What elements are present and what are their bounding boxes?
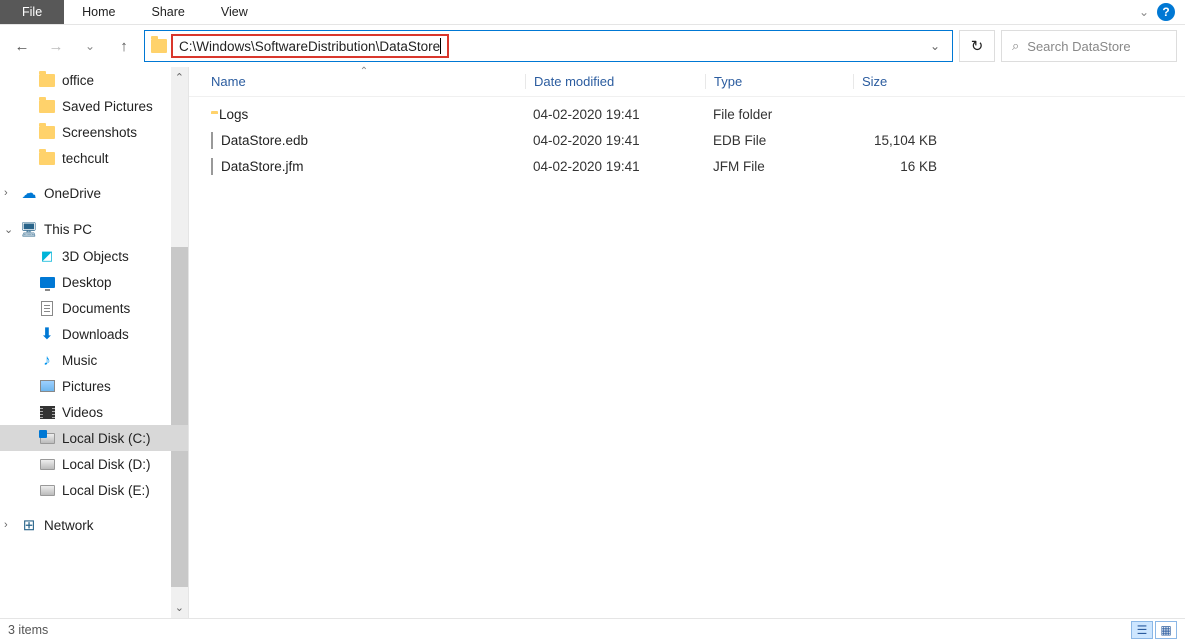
help-icon[interactable]: ?: [1157, 3, 1175, 21]
status-item-count: 3 items: [8, 623, 48, 637]
nav-back-icon[interactable]: ←: [8, 32, 36, 60]
status-bar: 3 items ☰ ▦: [0, 618, 1185, 641]
view-large-icons-button[interactable]: ▦: [1155, 621, 1177, 639]
refresh-button[interactable]: ↻: [959, 30, 995, 62]
ribbon-tab-file[interactable]: File: [0, 0, 64, 24]
chevron-right-icon[interactable]: ›: [4, 519, 8, 531]
file-date: 04-02-2020 19:41: [525, 159, 705, 174]
file-row[interactable]: DataStore.jfm 04-02-2020 19:41JFM File16 …: [189, 153, 1185, 179]
address-folder-icon: [151, 39, 167, 53]
file-name: DataStore.edb: [221, 133, 308, 148]
document-icon: [38, 300, 56, 316]
address-dropdown-icon[interactable]: ⌄: [924, 39, 946, 53]
ribbon-tabs: File Home Share View ⌄ ?: [0, 0, 1185, 25]
sidebar-item-local-disk-c[interactable]: Local Disk (C:): [0, 425, 188, 451]
file-list-pane: ⌃Name Date modified Type Size Logs 04-02-…: [189, 67, 1185, 618]
sidebar-item-3d-objects[interactable]: ◩3D Objects: [0, 243, 188, 269]
sidebar-item-local-disk-e[interactable]: Local Disk (E:): [0, 477, 188, 503]
column-date[interactable]: Date modified: [525, 74, 705, 89]
pictures-icon: [38, 378, 56, 394]
file-type: EDB File: [705, 133, 853, 148]
file-size: 16 KB: [853, 159, 951, 174]
sort-asc-icon: ⌃: [360, 66, 368, 77]
sidebar-item-videos[interactable]: Videos: [0, 399, 188, 425]
disk-icon: [38, 430, 56, 446]
ribbon-expand-icon[interactable]: ⌄: [1139, 5, 1149, 19]
nav-recent-dropdown-icon[interactable]: ⌄: [76, 32, 104, 60]
sidebar-item-screenshots[interactable]: Screenshots: [0, 119, 188, 145]
sidebar-item-this-pc[interactable]: ⌄🖥This PC: [0, 215, 188, 243]
network-icon: ⊞: [20, 517, 38, 533]
chevron-down-icon[interactable]: ⌄: [4, 223, 13, 236]
sidebar-item-local-disk-d[interactable]: Local Disk (D:): [0, 451, 188, 477]
column-name[interactable]: ⌃Name: [203, 74, 525, 89]
file-type: JFM File: [705, 159, 853, 174]
desktop-icon: [38, 274, 56, 290]
sidebar-item-pictures[interactable]: Pictures: [0, 373, 188, 399]
navigation-pane: ⌃ office Saved Pictures Screenshots tech…: [0, 67, 189, 618]
file-row[interactable]: Logs 04-02-2020 19:41File folder: [189, 101, 1185, 127]
column-type[interactable]: Type: [705, 74, 853, 89]
cloud-icon: ☁: [20, 185, 38, 201]
sidebar-scroll-down-icon[interactable]: ⌄: [175, 601, 184, 614]
file-type: File folder: [705, 107, 853, 122]
videos-icon: [38, 404, 56, 420]
ribbon-tab-view[interactable]: View: [203, 0, 266, 24]
nav-up-icon[interactable]: ↑: [110, 32, 138, 60]
file-name: Logs: [219, 107, 248, 122]
chevron-right-icon[interactable]: ›: [4, 187, 8, 199]
sidebar-item-music[interactable]: ♪Music: [0, 347, 188, 373]
address-highlight: C:\Windows\SoftwareDistribution\DataStor…: [171, 34, 449, 58]
search-icon: ⌕: [1012, 38, 1019, 54]
3d-icon: ◩: [38, 248, 56, 264]
disk-icon: [38, 482, 56, 498]
disk-icon: [38, 456, 56, 472]
file-name: DataStore.jfm: [221, 159, 304, 174]
view-details-button[interactable]: ☰: [1131, 621, 1153, 639]
column-headers: ⌃Name Date modified Type Size: [189, 67, 1185, 97]
sidebar-item-techcult[interactable]: techcult: [0, 145, 188, 171]
sidebar-item-desktop[interactable]: Desktop: [0, 269, 188, 295]
pc-icon: 🖥: [20, 221, 38, 237]
music-icon: ♪: [38, 352, 56, 368]
ribbon-tab-home[interactable]: Home: [64, 0, 133, 24]
ribbon-tab-share[interactable]: Share: [134, 0, 203, 24]
file-size: 15,104 KB: [853, 133, 951, 148]
column-size[interactable]: Size: [853, 74, 951, 89]
file-icon: [211, 159, 213, 174]
sidebar-item-onedrive[interactable]: ›☁OneDrive: [0, 179, 188, 207]
search-input[interactable]: ⌕ Search DataStore: [1001, 30, 1177, 62]
file-row[interactable]: DataStore.edb 04-02-2020 19:41EDB File15,…: [189, 127, 1185, 153]
sidebar-item-office[interactable]: office: [0, 67, 188, 93]
file-rows: Logs04-02-2020 19:41File folderDataStore…: [189, 97, 1185, 179]
address-path-text[interactable]: C:\Windows\SoftwareDistribution\DataStor…: [179, 39, 440, 54]
download-icon: ⬇: [38, 326, 56, 342]
search-placeholder: Search DataStore: [1027, 39, 1130, 54]
address-bar[interactable]: C:\Windows\SoftwareDistribution\DataStor…: [144, 30, 953, 62]
nav-bar: ← → ⌄ ↑ C:\Windows\SoftwareDistribution\…: [0, 25, 1185, 67]
nav-forward-icon: →: [42, 32, 70, 60]
sidebar-item-saved-pictures[interactable]: Saved Pictures: [0, 93, 188, 119]
sidebar-item-documents[interactable]: Documents: [0, 295, 188, 321]
file-date: 04-02-2020 19:41: [525, 133, 705, 148]
sidebar-item-downloads[interactable]: ⬇Downloads: [0, 321, 188, 347]
main-area: ⌃ office Saved Pictures Screenshots tech…: [0, 67, 1185, 618]
file-date: 04-02-2020 19:41: [525, 107, 705, 122]
file-icon: [211, 133, 213, 148]
sidebar-item-network[interactable]: ›⊞Network: [0, 511, 188, 539]
